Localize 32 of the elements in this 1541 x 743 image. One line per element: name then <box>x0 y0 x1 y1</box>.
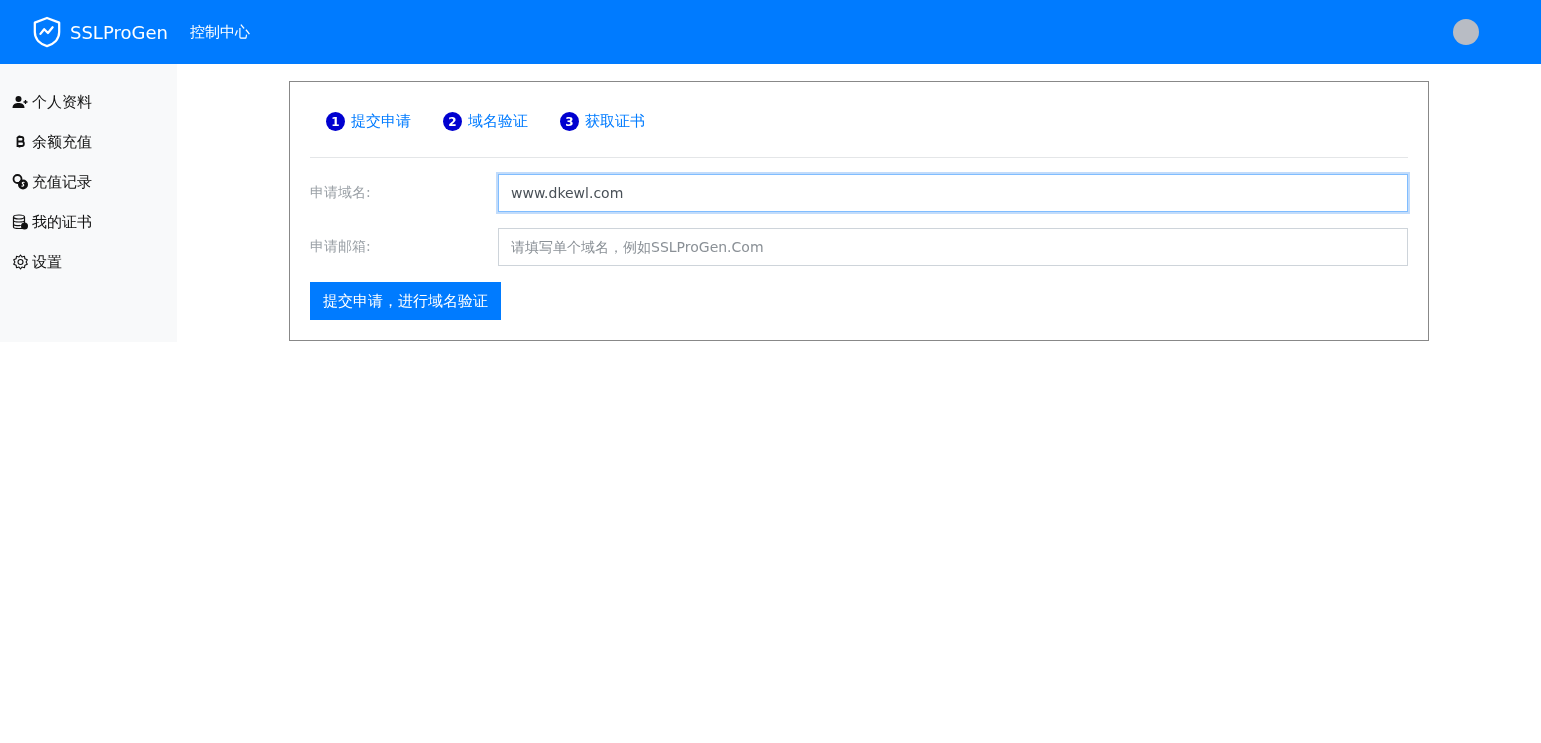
database-icon <box>12 214 29 230</box>
shield-logo-icon <box>32 16 62 48</box>
user-plus-icon <box>12 95 29 109</box>
sidebar-label: 个人资料 <box>32 92 92 112</box>
sidebar-item[interactable]: 我的证书 <box>0 202 177 242</box>
step-link[interactable]: 1 提交申请 <box>326 112 411 131</box>
input-field[interactable]: www.dkewl.com <box>498 174 1408 212</box>
step-label: 获取证书 <box>585 112 645 131</box>
field-label: 申请域名: <box>310 184 372 202</box>
step-label: 提交申请 <box>351 112 411 131</box>
step-number: 1 <box>326 112 345 131</box>
step-label: 域名验证 <box>468 112 528 131</box>
settings-icon <box>12 254 29 270</box>
sidebar-item[interactable]: 余额充值 <box>0 122 177 162</box>
sidebar-label: 我的证书 <box>32 212 92 232</box>
sidebar-item[interactable]: 个人资料 <box>0 82 177 122</box>
sidebar-label: 设置 <box>32 252 62 272</box>
step-link[interactable]: 3 获取证书 <box>560 112 645 131</box>
user-avatar[interactable] <box>1453 19 1479 45</box>
step-link[interactable]: 2 域名验证 <box>443 112 528 131</box>
sidebar-item[interactable]: 设置 <box>0 242 177 282</box>
nav-link[interactable]: 控制中心 <box>189 22 250 42</box>
step-number: 3 <box>560 112 579 131</box>
sidebar-label: 充值记录 <box>32 172 92 192</box>
input-field[interactable]: 请填写单个域名，例如SSLProGen.Com <box>498 228 1408 266</box>
field-label: 申请邮箱: <box>310 238 372 256</box>
submit-button[interactable]: 提交申请，进行域名验证 <box>310 282 501 320</box>
step-number: 2 <box>443 112 462 131</box>
coins-icon <box>12 174 29 190</box>
sidebar-label: 余额充值 <box>32 132 92 152</box>
brand-name[interactable]: SSLProGen <box>70 21 168 43</box>
sidebar-item[interactable]: 充值记录 <box>0 162 177 202</box>
